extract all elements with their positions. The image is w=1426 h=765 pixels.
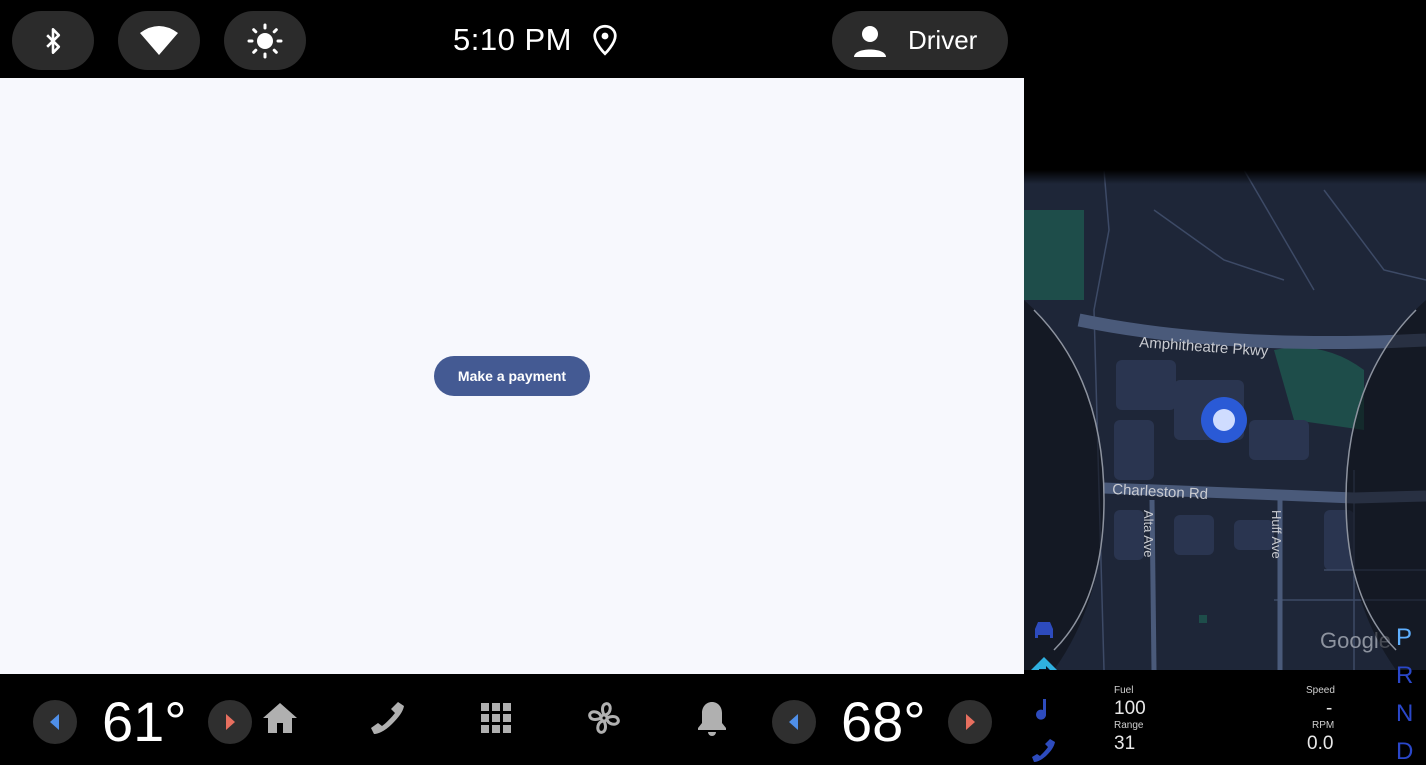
vehicle-gauges: Fuel 100 Range 31 Speed - RPM 0.0 — [1024, 670, 1426, 765]
bluetooth-button[interactable] — [12, 11, 94, 70]
gear-p: P — [1396, 624, 1413, 651]
gear-d: D — [1396, 738, 1414, 765]
passenger-temperature: 68° — [841, 690, 926, 753]
chevron-left-icon — [50, 714, 59, 730]
apps-grid-icon[interactable] — [476, 698, 516, 738]
chevron-right-icon — [226, 714, 235, 730]
range-value: 31 — [1114, 733, 1136, 754]
fuel-value: 100 — [1114, 698, 1146, 719]
music-note-icon[interactable] — [1030, 696, 1058, 724]
phone-icon[interactable] — [368, 698, 408, 738]
brightness-icon — [247, 23, 283, 58]
wifi-button[interactable] — [118, 11, 200, 70]
bottom-bar: 61° 68° — [0, 674, 1024, 765]
map-label-huff: Huff Ave — [1269, 510, 1284, 559]
brightness-button[interactable] — [224, 11, 306, 70]
clock: 5:10 PM — [453, 22, 572, 57]
person-icon — [854, 26, 886, 57]
wifi-icon — [140, 25, 178, 55]
phone-icon[interactable] — [1030, 736, 1058, 764]
range-label: Range — [1114, 720, 1144, 731]
driver-temp-down-button[interactable] — [33, 700, 77, 744]
bell-icon[interactable] — [692, 698, 732, 738]
car-display: 5:10 PM Driver Make a payment 61° 68° Am… — [0, 0, 1426, 765]
passenger-temp-up-button[interactable] — [948, 700, 992, 744]
fuel-label: Fuel — [1114, 685, 1134, 696]
speed-value: - — [1326, 698, 1333, 719]
speed-label: Speed — [1306, 685, 1335, 696]
chevron-left-icon — [789, 714, 798, 730]
navigation-map[interactable]: Amphitheatre Pkwy Charleston Rd Alta Ave… — [1024, 170, 1426, 670]
instrument-cluster: Amphitheatre Pkwy Charleston Rd Alta Ave… — [1024, 0, 1426, 765]
home-icon[interactable] — [260, 698, 300, 738]
user-profile-button[interactable]: Driver — [832, 11, 1008, 70]
bluetooth-icon — [46, 27, 61, 54]
user-name: Driver — [908, 25, 978, 55]
map-label-alta: Alta Ave — [1141, 510, 1156, 557]
chevron-right-icon — [966, 714, 975, 730]
location-pin-icon — [593, 24, 617, 56]
driver-temp-up-button[interactable] — [208, 700, 252, 744]
rpm-label: RPM — [1312, 720, 1335, 731]
driver-temperature: 61° — [102, 690, 187, 753]
rpm-value: 0.0 — [1307, 733, 1334, 754]
gear-r: R — [1396, 662, 1414, 689]
status-bar: 5:10 PM Driver — [0, 0, 1024, 78]
make-payment-button[interactable]: Make a payment — [434, 356, 590, 396]
fan-icon[interactable] — [584, 698, 624, 738]
passenger-temp-down-button[interactable] — [772, 700, 816, 744]
gear-n: N — [1396, 700, 1414, 727]
app-content: Make a payment — [0, 78, 1024, 674]
car-icon[interactable] — [1030, 617, 1058, 645]
